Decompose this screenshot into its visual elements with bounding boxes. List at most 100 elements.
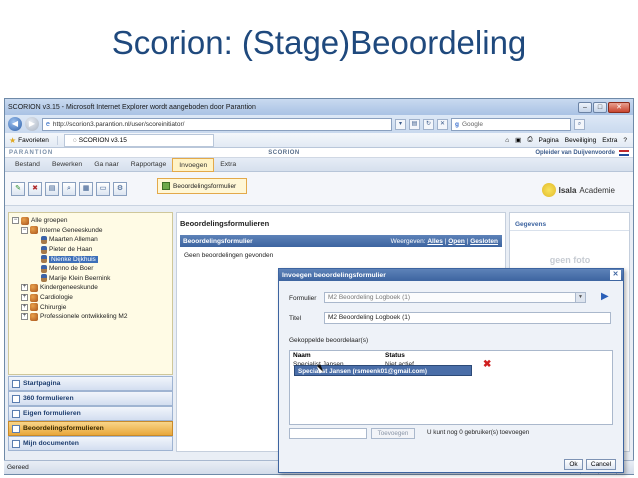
nav-item[interactable]: Eigen formulieren bbox=[8, 406, 173, 421]
tree-item[interactable]: Marije Klein Beernink bbox=[12, 274, 172, 284]
tree-item-label: Nienke Dijkhuis bbox=[49, 255, 98, 263]
group-icon bbox=[30, 312, 38, 321]
nav-item-icon bbox=[12, 424, 20, 433]
menu-bewerken[interactable]: Bewerken bbox=[46, 158, 88, 172]
tree-item-label: Pieter de Haan bbox=[49, 246, 93, 254]
search-input[interactable]: g Google bbox=[451, 117, 571, 131]
reviewers-list: Naam Status Specialist Jansen Niet actie… bbox=[289, 350, 613, 425]
expand-icon[interactable]: + bbox=[21, 294, 28, 302]
google-logo: g bbox=[455, 120, 459, 128]
delete-icon[interactable]: ✖ bbox=[28, 181, 42, 196]
tree-item[interactable]: Menno de Boer bbox=[12, 264, 172, 274]
favorites-button[interactable]: ★ Favorieten bbox=[9, 135, 58, 145]
edit-icon[interactable]: ✎ bbox=[11, 181, 25, 196]
menu-invoegen[interactable]: Invoegen bbox=[172, 157, 215, 172]
home-icon[interactable]: ⌂ bbox=[505, 137, 509, 144]
tool-extra[interactable]: Extra bbox=[602, 137, 617, 144]
search-tool-icon[interactable]: ⌕ bbox=[62, 181, 76, 196]
user-name[interactable]: Opleider van Duijvenvoorde bbox=[535, 150, 615, 156]
tree-item[interactable]: + Chirurgie bbox=[12, 302, 172, 312]
browser-tools: ⌂ ▣ ⎙ Pagina Beveiliging Extra ? bbox=[505, 136, 627, 144]
tree-item[interactable]: Nienke Dijkhuis bbox=[12, 254, 172, 264]
search-icon[interactable]: ⌕ bbox=[574, 118, 585, 130]
menu-rapportage[interactable]: Rapportage bbox=[125, 158, 173, 172]
forms-table-header: Beoordelingsformulier Weergeven: Alles |… bbox=[180, 235, 502, 247]
isala-bold: Isala bbox=[558, 185, 577, 195]
nav-item-label: Startpagina bbox=[23, 380, 61, 387]
menu-extra[interactable]: Extra bbox=[214, 158, 242, 172]
isala-logo: Isala Academie bbox=[541, 183, 615, 197]
compatibility-icon[interactable]: ▤ bbox=[409, 118, 420, 130]
tree-item[interactable]: + Cardiologie bbox=[12, 293, 172, 303]
grid-icon[interactable]: ▦ bbox=[79, 181, 93, 196]
title-input[interactable]: M2 Beoordeling Logboek (1) bbox=[324, 312, 611, 324]
dutch-flag-icon[interactable] bbox=[619, 149, 629, 156]
col-status: Status bbox=[385, 352, 405, 359]
collapse-icon[interactable]: − bbox=[12, 217, 19, 225]
dialog-close-icon[interactable]: ✕ bbox=[610, 270, 621, 280]
tree-item[interactable]: + Kindergeneeskunde bbox=[12, 283, 172, 293]
tree-item[interactable]: − Alle groepen bbox=[12, 216, 172, 226]
minimize-button[interactable]: – bbox=[578, 101, 592, 113]
address-bar: ◀ ▶ e http://scorion3.parantion.nl/user/… bbox=[5, 115, 633, 133]
star-icon: ★ bbox=[9, 135, 17, 145]
play-icon[interactable]: ▶ bbox=[601, 291, 609, 302]
nav-item[interactable]: 360 formulieren bbox=[8, 391, 173, 406]
stop-icon[interactable]: ✕ bbox=[437, 118, 448, 130]
window-title: SCORION v3.15 - Microsoft Internet Explo… bbox=[8, 103, 256, 111]
feeds-icon[interactable]: ▣ bbox=[515, 136, 521, 144]
expand-icon[interactable]: + bbox=[21, 313, 28, 321]
nav-item-icon bbox=[12, 379, 20, 388]
maximize-button[interactable]: □ bbox=[593, 101, 607, 113]
chevron-down-icon[interactable]: ▼ bbox=[575, 293, 585, 302]
back-button[interactable]: ◀ bbox=[8, 117, 22, 131]
view-closed-link[interactable]: Gesloten bbox=[470, 238, 498, 245]
expand-icon[interactable]: + bbox=[21, 303, 28, 311]
tree-item[interactable]: + Professionele ontwikkeling M2 bbox=[12, 312, 172, 322]
menu-ga-naar[interactable]: Ga naar bbox=[88, 158, 125, 172]
expand-icon[interactable]: + bbox=[21, 284, 28, 292]
nav-item-icon bbox=[12, 409, 20, 418]
tool-page[interactable]: Pagina bbox=[539, 137, 559, 144]
tree-item-label: Cardiologie bbox=[40, 294, 73, 302]
slide-title: Scorion: (Stage)Beoordeling bbox=[111, 24, 527, 61]
window-icon[interactable]: ▭ bbox=[96, 181, 110, 196]
nav-item[interactable]: Startpagina bbox=[8, 376, 173, 391]
help-icon[interactable]: ? bbox=[623, 137, 627, 144]
nav-item[interactable]: Mijn documenten bbox=[8, 436, 173, 451]
reviewers-header: Naam Status bbox=[290, 351, 612, 359]
form-select[interactable]: M2 Beoordeling Logboek (1) ▼ bbox=[324, 292, 586, 303]
add-reviewer-input[interactable] bbox=[289, 428, 367, 439]
title-label: Titel bbox=[289, 315, 302, 322]
refresh-icon[interactable]: ↻ bbox=[423, 118, 434, 130]
url-input[interactable]: e http://scorion3.parantion.nl/user/scor… bbox=[42, 117, 392, 131]
browser-tab[interactable]: ◌ SCORION v3.15 bbox=[63, 133, 214, 147]
tool-security[interactable]: Beveiliging bbox=[565, 137, 596, 144]
collapse-icon[interactable]: − bbox=[21, 226, 28, 234]
brand-label: PARANTION bbox=[9, 149, 54, 156]
invoegen-dropdown-item[interactable]: Beoordelingsformulier bbox=[157, 178, 247, 194]
tree-item[interactable]: − Interne Geneeskunde bbox=[12, 226, 172, 236]
group-tree: − Alle groepen − Interne Geneeskunde Maarten… bbox=[8, 212, 173, 375]
browser-titlebar: SCORION v3.15 - Microsoft Internet Explo… bbox=[5, 99, 633, 115]
linked-reviewers-label: Gekoppelde beoordelaar(s) bbox=[289, 337, 369, 344]
document-icon[interactable]: ▤ bbox=[45, 181, 59, 196]
ok-button[interactable]: Ok bbox=[564, 459, 583, 470]
dropdown-icon[interactable]: ▾ bbox=[395, 118, 406, 130]
tools-icon[interactable]: ⚙ bbox=[113, 181, 127, 196]
view-open-link[interactable]: Open bbox=[448, 238, 465, 245]
print-icon[interactable]: ⎙ bbox=[527, 136, 532, 144]
forward-button[interactable]: ▶ bbox=[25, 117, 39, 131]
app-menubar: Bestand Bewerken Ga naar Rapportage Invo… bbox=[5, 157, 633, 172]
nav-item[interactable]: Beoordelingsformulieren bbox=[8, 421, 173, 436]
tree-item[interactable]: Pieter de Haan bbox=[12, 245, 172, 255]
cancel-button[interactable]: Cancel bbox=[586, 459, 616, 470]
tree-item[interactable]: Maarten Alleman bbox=[12, 235, 172, 245]
tree-item-label: Chirurgie bbox=[40, 303, 67, 311]
close-button[interactable]: ✕ bbox=[608, 101, 630, 113]
view-all-link[interactable]: Alles bbox=[427, 238, 443, 245]
add-button[interactable]: Toevoegen bbox=[371, 428, 415, 439]
menu-bestand[interactable]: Bestand bbox=[9, 158, 46, 172]
tree-item-label: Menno de Boer bbox=[49, 265, 94, 273]
remove-reviewer-icon[interactable]: ✖ bbox=[483, 360, 491, 370]
